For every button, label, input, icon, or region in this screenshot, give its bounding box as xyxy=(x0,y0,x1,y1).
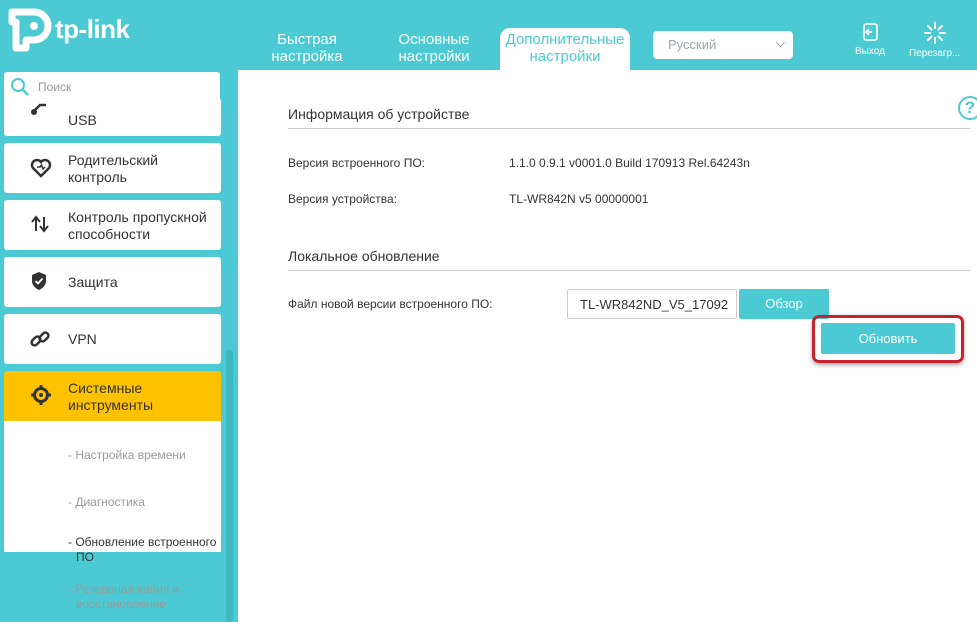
sidebar-item-label: Контроль пропускной способности xyxy=(68,209,207,242)
divider xyxy=(288,128,970,129)
tab-label-line2: настройки xyxy=(529,48,601,65)
submenu-item-backup-restore[interactable]: - Резервная копия и восстановление xyxy=(68,582,179,612)
tab-label-line2: настройка xyxy=(271,48,343,65)
logout-icon xyxy=(863,23,878,41)
gear-icon xyxy=(31,385,51,405)
header: tp-link Быстрая настройка Основные настр… xyxy=(0,0,977,70)
tab-label-line2: настройки xyxy=(398,48,470,65)
language-selected-value: Русский xyxy=(668,37,717,52)
brand-logo-text: tp-link xyxy=(55,14,130,44)
divider xyxy=(288,270,970,271)
reboot-spinner-icon xyxy=(923,22,946,44)
firmware-version-value: 1.1.0 0.9.1 v0001.0 Build 170913 Rel.642… xyxy=(509,156,750,170)
search-input[interactable]: Поиск xyxy=(4,72,220,101)
reboot-label: Перезагр... xyxy=(909,48,961,59)
sidebar-item-parental-control[interactable]: Родительский контроль xyxy=(4,143,221,193)
submenu-item-firmware-upgrade[interactable]: - Обновление встроенного ПО xyxy=(68,535,216,565)
language-select[interactable]: Русский ⌵ xyxy=(653,31,793,59)
firmware-version-label: Версия встроенного ПО: xyxy=(288,156,425,170)
tp-link-logo-icon xyxy=(8,8,52,52)
hardware-version-label: Версия устройства: xyxy=(288,192,398,206)
logout-button[interactable]: Выход xyxy=(855,22,885,57)
update-button-highlight: Обновить xyxy=(812,315,964,363)
sidebar-item-system-tools[interactable]: Системные инструменты xyxy=(4,371,221,421)
logout-label: Выход xyxy=(855,46,885,57)
tab-label-line1: Основные xyxy=(398,31,470,48)
heart-icon xyxy=(30,158,52,178)
search-placeholder: Поиск xyxy=(38,80,72,94)
tab-label-line1: Дополнительные xyxy=(505,31,625,48)
hardware-version-value: TL-WR842N v5 00000001 xyxy=(509,192,649,206)
link-icon xyxy=(30,331,50,347)
sidebar-item-label: Защита xyxy=(68,274,118,290)
submenu-item-time-settings[interactable]: - Настройка времени xyxy=(68,448,186,463)
sidebar: Поиск USB Родительский контроль Контроль… xyxy=(0,70,236,622)
update-button[interactable]: Обновить xyxy=(821,323,955,354)
tab-advanced-settings[interactable]: Дополнительные настройки xyxy=(500,28,630,70)
chevron-down-icon: ⌵ xyxy=(775,36,785,50)
bandwidth-icon xyxy=(31,215,49,233)
usb-icon xyxy=(31,103,46,115)
device-info-title: Информация об устройстве xyxy=(288,106,470,122)
sidebar-item-usb[interactable]: USB xyxy=(4,98,221,136)
firmware-file-label: Файл новой версии встроенного ПО: xyxy=(288,297,493,311)
firmware-file-field[interactable]: TL-WR842ND_V5_17092 xyxy=(567,289,737,319)
submenu-system-tools: - Настройка времени - Диагностика - Обно… xyxy=(4,421,221,611)
reboot-button[interactable]: Перезагр... xyxy=(909,22,960,59)
submenu-item-diagnostics[interactable]: - Диагностика xyxy=(68,495,145,510)
tab-label-line1: Быстрая xyxy=(277,31,337,48)
local-update-title: Локальное обновление xyxy=(288,248,440,264)
sidebar-item-label: Системные инструменты xyxy=(68,380,154,413)
search-icon xyxy=(11,78,29,96)
sidebar-item-vpn[interactable]: VPN xyxy=(4,314,221,364)
sidebar-item-label: Родительский контроль xyxy=(68,152,158,185)
sidebar-item-bandwidth-control[interactable]: Контроль пропускной способности xyxy=(4,200,221,250)
tab-basic-settings[interactable]: Основные настройки xyxy=(369,31,499,65)
tab-quick-setup[interactable]: Быстрая настройка xyxy=(242,31,372,65)
sidebar-item-label: VPN xyxy=(68,331,97,347)
help-icon[interactable]: ? xyxy=(958,96,977,120)
sidebar-item-security[interactable]: Защита xyxy=(4,257,221,307)
sidebar-scrollbar[interactable] xyxy=(226,350,233,622)
shield-icon xyxy=(32,272,46,290)
main-content: ? Информация об устройстве Версия встрое… xyxy=(238,70,977,622)
sidebar-item-label: USB xyxy=(68,112,97,128)
